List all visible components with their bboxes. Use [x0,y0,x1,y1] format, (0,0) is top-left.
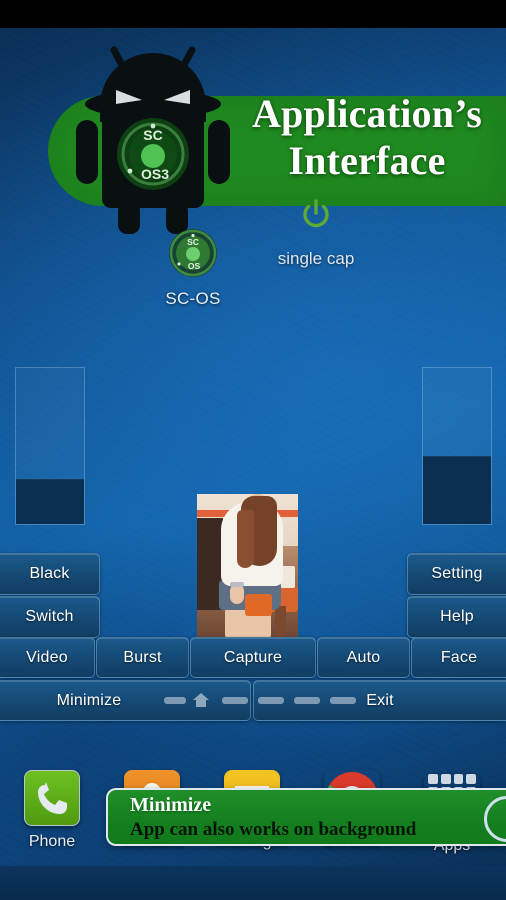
auto-button-label: Auto [346,648,381,666]
captured-photo-preview[interactable] [197,494,298,639]
phone-icon[interactable] [24,770,80,826]
page-title-line2: Interface [288,138,446,184]
page-title-line1: Application’s [251,91,483,136]
svg-text:OS3: OS3 [141,166,169,182]
toast-message: App can also works on background [130,819,417,840]
burst-button-label: Burst [123,648,162,666]
svg-text:SC: SC [187,237,199,247]
dock-item-phone[interactable]: Phone [4,770,100,851]
right-slider-fill[interactable] [423,456,491,524]
capture-button-label: Capture [223,648,283,666]
auto-button[interactable]: Auto [317,637,410,678]
video-button-label: Video [26,648,68,666]
left-slider-fill[interactable] [16,479,84,524]
toast-notification: Minimize App can also works on backgroun… [106,788,506,846]
single-cap-label: single cap [277,249,355,268]
help-button-label: Help [440,608,474,625]
dock-item-phone-label: Phone [28,833,76,850]
setting-button[interactable]: Setting [407,553,506,595]
left-slider[interactable] [15,367,85,525]
minimize-button[interactable]: Minimize [0,680,251,721]
black-button[interactable]: Black [0,553,100,595]
power-icon[interactable] [252,198,380,235]
burst-button[interactable]: Burst [96,637,189,678]
svg-text:SC: SC [143,127,162,143]
toast-title: Minimize [130,794,212,816]
sidebar-item-scos[interactable]: SC OS SC-OS [150,228,236,309]
svg-text:OS: OS [188,261,201,271]
video-button[interactable]: Video [0,637,95,678]
capture-button[interactable]: Capture [190,637,316,678]
page-title: Application’s Interface [228,90,506,184]
switch-button[interactable]: Switch [0,596,100,638]
help-button[interactable]: Help [407,596,506,638]
scos-shortcut-label: SC-OS [165,289,221,308]
black-button-label: Black [29,565,70,582]
switch-button-label: Switch [25,608,74,625]
single-cap-control[interactable]: single cap [252,198,380,269]
face-button[interactable]: Face [411,637,506,678]
scos-badge-icon[interactable]: SC OS [168,228,218,278]
exit-button-label: Exit [366,691,394,709]
face-button-label: Face [440,648,478,666]
minimize-button-label: Minimize [56,691,122,709]
setting-button-label: Setting [431,565,483,582]
status-bar [0,0,506,28]
exit-button[interactable]: Exit [253,680,506,721]
android-robot-icon: SC OS3 [58,34,248,234]
bottom-strip [0,866,506,900]
phone-screen: Application’s Interface SC OS3 SC OS SC-… [0,0,506,900]
right-slider[interactable] [422,367,492,525]
